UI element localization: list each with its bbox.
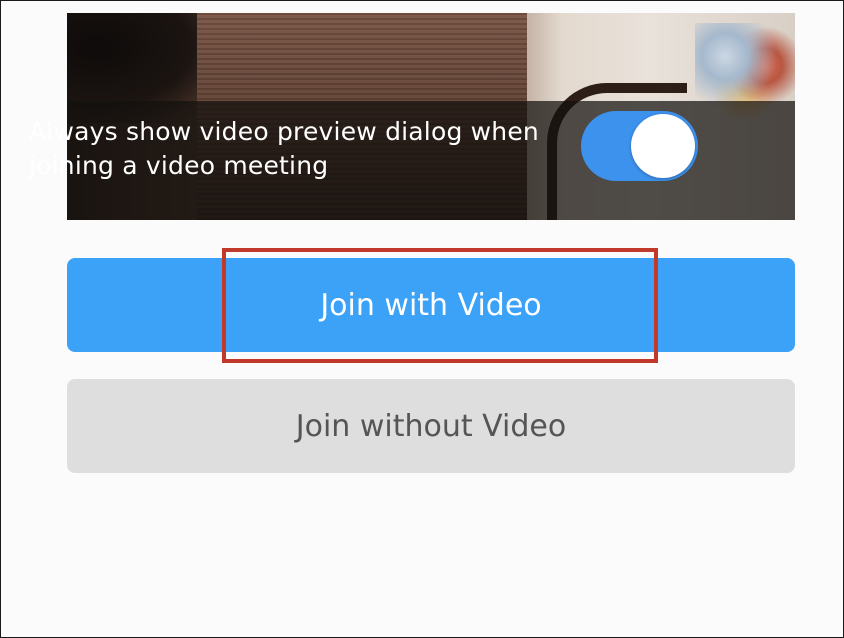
video-preview-toggle[interactable] [581, 111, 698, 181]
join-with-video-button[interactable]: Join with Video [67, 258, 795, 352]
video-preview-toggle-label: Always show video preview dialog when jo… [29, 117, 539, 180]
join-without-video-button[interactable]: Join without Video [67, 379, 795, 473]
toggle-knob [631, 114, 695, 178]
join-with-video-label: Join with Video [320, 287, 542, 323]
app-frame: Always show video preview dialog when jo… [0, 0, 844, 638]
join-without-video-label: Join without Video [295, 408, 567, 444]
